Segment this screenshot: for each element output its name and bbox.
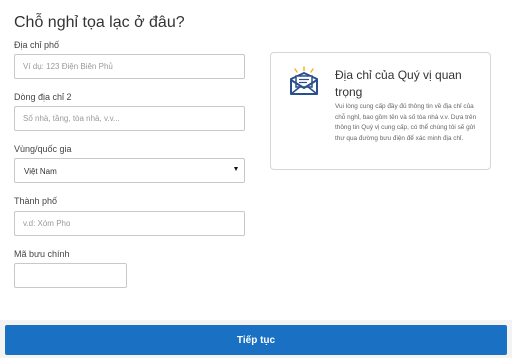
- address-line2-label: Dòng địa chỉ 2: [14, 92, 72, 102]
- country-label: Vùng/quốc gia: [14, 144, 72, 154]
- postal-code-label: Mã bưu chính: [14, 249, 70, 259]
- street-label: Địa chỉ phố: [14, 40, 60, 50]
- country-selected-value: Việt Nam: [24, 167, 57, 176]
- page-title: Chỗ nghỉ tọa lạc ở đâu?: [14, 14, 185, 31]
- dropdown-arrow-icon: [234, 167, 238, 171]
- postal-code-input[interactable]: [14, 263, 127, 288]
- street-input[interactable]: [14, 54, 245, 79]
- info-body-text: Vui lòng cung cấp đầy đủ thông tin về đị…: [335, 103, 477, 142]
- country-select[interactable]: Việt Nam: [14, 158, 245, 183]
- envelope-letter-icon: [290, 66, 318, 95]
- info-title: Địa chỉ của Quý vị quan trọng: [335, 68, 462, 99]
- address-line2-input[interactable]: [14, 106, 245, 131]
- address-info-panel: Địa chỉ của Quý vị quan trọng Vui lòng c…: [270, 52, 491, 170]
- address-form-card: Chỗ nghỉ tọa lạc ở đâu? Địa chỉ phố Dòng…: [0, 0, 512, 320]
- continue-button[interactable]: Tiếp tục: [5, 325, 507, 355]
- footer-bar: Tiếp tục: [0, 320, 512, 358]
- city-label: Thành phố: [14, 196, 58, 206]
- city-input[interactable]: [14, 211, 245, 236]
